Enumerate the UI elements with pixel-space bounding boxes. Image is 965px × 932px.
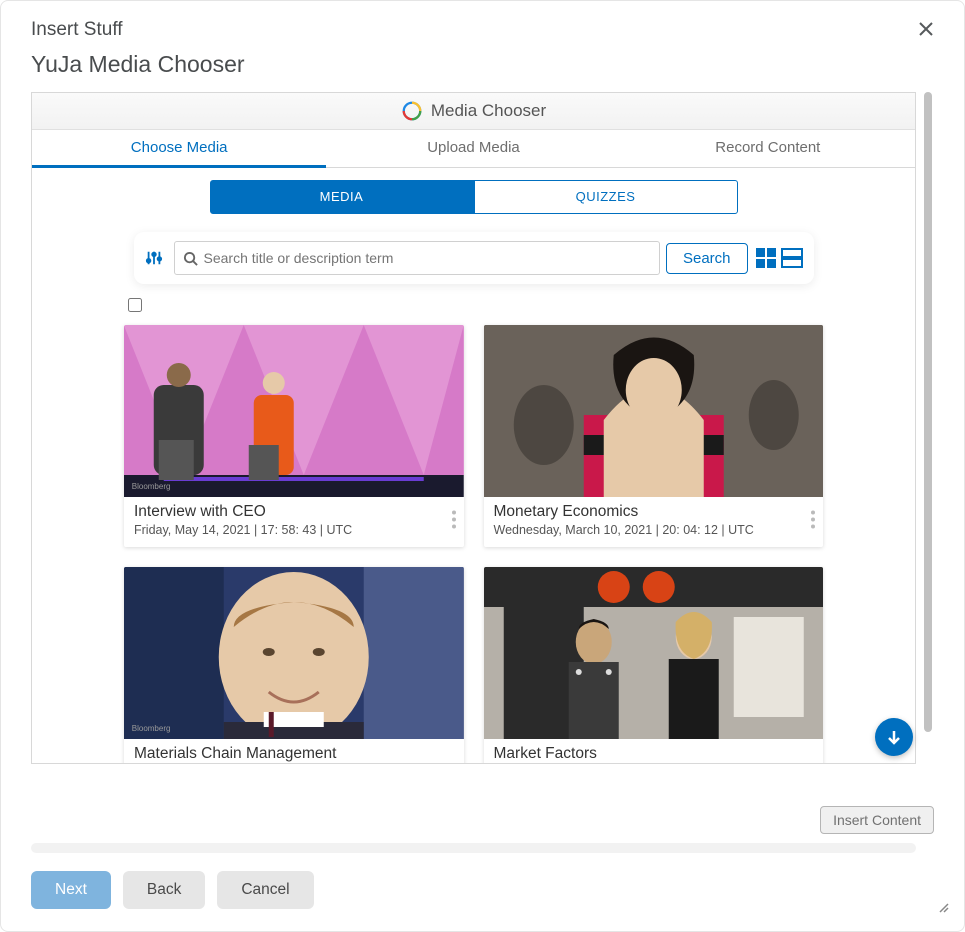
yuja-logo-icon bbox=[401, 100, 423, 122]
media-info: Materials Chain Management bbox=[124, 739, 464, 764]
footer-buttons: Next Back Cancel bbox=[1, 853, 964, 931]
close-button[interactable] bbox=[916, 19, 936, 39]
media-thumbnail bbox=[484, 567, 824, 739]
app-bar: Media Chooser bbox=[32, 93, 915, 130]
list-icon bbox=[781, 247, 803, 269]
insert-stuff-modal: Insert Stuff YuJa Media Chooser Media Ch… bbox=[0, 0, 965, 932]
modal-header: Insert Stuff YuJa Media Chooser bbox=[1, 1, 964, 92]
arrow-down-icon bbox=[885, 728, 903, 746]
media-title: Materials Chain Management bbox=[134, 745, 454, 763]
media-thumbnail: Bloomberg bbox=[124, 325, 464, 497]
media-card[interactable]: Bloomberg Interview with CEO Friday, May… bbox=[124, 325, 464, 547]
tab-upload-media[interactable]: Upload Media bbox=[326, 130, 620, 167]
insert-content-button[interactable]: Insert Content bbox=[820, 806, 934, 834]
media-info: Market Factors bbox=[484, 739, 824, 764]
next-button[interactable]: Next bbox=[31, 871, 111, 909]
close-icon bbox=[918, 21, 934, 37]
card-menu-button[interactable] bbox=[809, 509, 817, 536]
media-info: Interview with CEO Friday, May 14, 2021 … bbox=[124, 497, 464, 547]
resize-handle[interactable] bbox=[935, 899, 949, 918]
horizontal-scrollbar[interactable] bbox=[31, 843, 916, 853]
modal-subtitle: YuJa Media Chooser bbox=[31, 51, 934, 78]
search-input-wrapper bbox=[174, 241, 660, 275]
select-all-row bbox=[32, 284, 915, 325]
tab-record-content[interactable]: Record Content bbox=[621, 130, 915, 167]
search-button[interactable]: Search bbox=[666, 243, 748, 274]
modal-title: Insert Stuff bbox=[31, 19, 934, 41]
media-card[interactable]: Market Factors bbox=[484, 567, 824, 764]
resize-icon bbox=[935, 899, 949, 913]
filter-button[interactable] bbox=[144, 248, 164, 268]
tab-media[interactable]: MEDIA bbox=[210, 180, 474, 214]
media-card[interactable]: Monetary Economics Wednesday, March 10, … bbox=[484, 325, 824, 547]
vertical-scrollbar[interactable] bbox=[924, 92, 934, 764]
select-all-checkbox[interactable] bbox=[128, 298, 142, 312]
media-card[interactable]: Bloomberg Materials Chain Management bbox=[124, 567, 464, 764]
media-title: Interview with CEO bbox=[134, 503, 454, 521]
search-toolbar: Search bbox=[134, 232, 814, 284]
sliders-icon bbox=[145, 249, 163, 267]
tab-choose-media[interactable]: Choose Media bbox=[32, 130, 326, 168]
media-thumbnail bbox=[484, 325, 824, 497]
action-bar: Insert Content bbox=[1, 794, 964, 853]
grid-view-button[interactable] bbox=[754, 246, 778, 270]
search-input[interactable] bbox=[204, 250, 651, 266]
cancel-button[interactable]: Cancel bbox=[217, 871, 313, 909]
tab-quizzes[interactable]: QUIZZES bbox=[474, 180, 738, 214]
list-view-button[interactable] bbox=[780, 246, 804, 270]
view-toggle-group bbox=[754, 246, 804, 270]
app-name: Media Chooser bbox=[431, 101, 546, 121]
card-menu-button[interactable] bbox=[450, 509, 458, 536]
media-thumbnail: Bloomberg bbox=[124, 567, 464, 739]
media-chooser-frame: Media Chooser Choose Media Upload Media … bbox=[31, 92, 916, 764]
media-grid: Bloomberg Interview with CEO Friday, May… bbox=[32, 325, 915, 764]
media-info: Monetary Economics Wednesday, March 10, … bbox=[484, 497, 824, 547]
more-vertical-icon bbox=[811, 511, 815, 529]
svg-text:Bloomberg: Bloomberg bbox=[132, 482, 171, 491]
media-meta: Wednesday, March 10, 2021 | 20: 04: 12 |… bbox=[494, 523, 814, 537]
grid-icon bbox=[755, 247, 777, 269]
back-button[interactable]: Back bbox=[123, 871, 205, 909]
more-vertical-icon bbox=[452, 511, 456, 529]
svg-text:Bloomberg: Bloomberg bbox=[132, 724, 171, 733]
media-title: Market Factors bbox=[494, 745, 814, 763]
search-icon bbox=[183, 251, 198, 266]
media-meta: Friday, May 14, 2021 | 17: 58: 43 | UTC bbox=[134, 523, 454, 537]
primary-tabs: Choose Media Upload Media Record Content bbox=[32, 130, 915, 168]
scroll-down-fab[interactable] bbox=[875, 718, 913, 756]
content-area: Media Chooser Choose Media Upload Media … bbox=[1, 92, 964, 794]
scrollbar-thumb[interactable] bbox=[924, 92, 932, 732]
secondary-tabs: MEDIA QUIZZES bbox=[32, 180, 915, 214]
media-title: Monetary Economics bbox=[494, 503, 814, 521]
